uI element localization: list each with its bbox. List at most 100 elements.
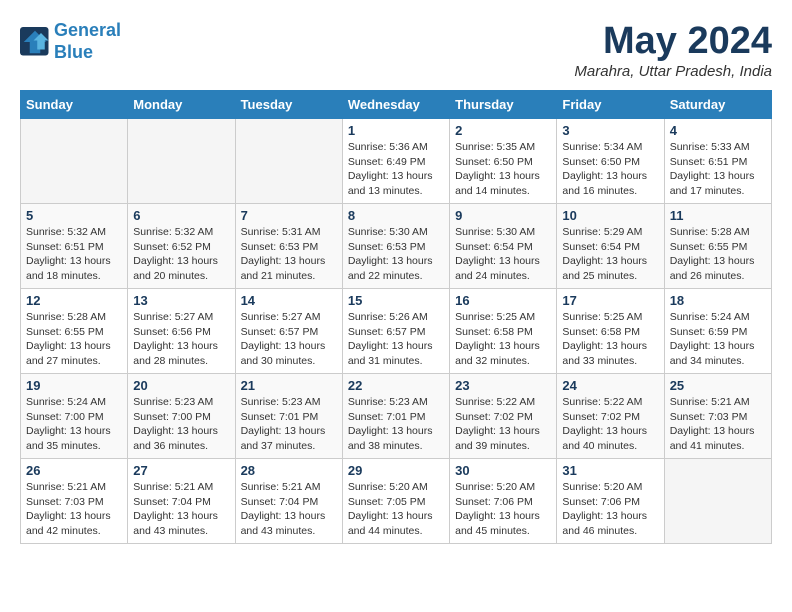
day-number: 19 xyxy=(26,378,122,393)
day-info: Sunrise: 5:22 AM Sunset: 7:02 PM Dayligh… xyxy=(455,395,551,454)
calendar-cell: 25 Sunrise: 5:21 AM Sunset: 7:03 PM Dayli… xyxy=(664,374,771,459)
location: Marahra, Uttar Pradesh, India xyxy=(574,63,772,80)
calendar-cell: 12 Sunrise: 5:28 AM Sunset: 6:55 PM Dayli… xyxy=(21,289,128,374)
month-title: May 2024 xyxy=(574,20,772,63)
calendar-cell: 19 Sunrise: 5:24 AM Sunset: 7:00 PM Dayli… xyxy=(21,374,128,459)
day-number: 12 xyxy=(26,293,122,308)
day-number: 10 xyxy=(562,208,658,223)
day-info: Sunrise: 5:30 AM Sunset: 6:54 PM Dayligh… xyxy=(455,225,551,284)
calendar-cell xyxy=(21,119,128,204)
day-number: 24 xyxy=(562,378,658,393)
calendar-cell: 28 Sunrise: 5:21 AM Sunset: 7:04 PM Dayli… xyxy=(235,459,342,544)
day-number: 4 xyxy=(670,123,766,138)
calendar-cell: 13 Sunrise: 5:27 AM Sunset: 6:56 PM Dayli… xyxy=(128,289,235,374)
day-info: Sunrise: 5:23 AM Sunset: 7:00 PM Dayligh… xyxy=(133,395,229,454)
calendar-cell: 23 Sunrise: 5:22 AM Sunset: 7:02 PM Dayli… xyxy=(450,374,557,459)
day-number: 28 xyxy=(241,463,337,478)
logo-icon xyxy=(20,27,50,57)
day-number: 14 xyxy=(241,293,337,308)
calendar-cell: 3 Sunrise: 5:34 AM Sunset: 6:50 PM Daylig… xyxy=(557,119,664,204)
calendar-cell: 9Sunrise: 5:30 AM Sunset: 6:54 PM Daylig… xyxy=(450,204,557,289)
calendar-weekday-header: Tuesday xyxy=(235,91,342,119)
calendar-cell: 22 Sunrise: 5:23 AM Sunset: 7:01 PM Dayli… xyxy=(342,374,449,459)
day-info: Sunrise: 5:32 AM Sunset: 6:51 PM Dayligh… xyxy=(26,225,122,284)
calendar-weekday-header: Wednesday xyxy=(342,91,449,119)
calendar-cell: 17 Sunrise: 5:25 AM Sunset: 6:58 PM Dayli… xyxy=(557,289,664,374)
calendar-cell xyxy=(128,119,235,204)
calendar-header-row: SundayMondayTuesdayWednesdayThursdayFrid… xyxy=(21,91,772,119)
day-info: Sunrise: 5:35 AM Sunset: 6:50 PM Dayligh… xyxy=(455,140,551,199)
day-number: 23 xyxy=(455,378,551,393)
calendar-weekday-header: Friday xyxy=(557,91,664,119)
day-info: Sunrise: 5:20 AM Sunset: 7:06 PM Dayligh… xyxy=(455,480,551,539)
day-info: Sunrise: 5:26 AM Sunset: 6:57 PM Dayligh… xyxy=(348,310,444,369)
calendar-cell: 21Sunrise: 5:23 AM Sunset: 7:01 PM Dayli… xyxy=(235,374,342,459)
day-info: Sunrise: 5:24 AM Sunset: 6:59 PM Dayligh… xyxy=(670,310,766,369)
title-block: May 2024 Marahra, Uttar Pradesh, India xyxy=(574,20,772,80)
calendar-cell: 6Sunrise: 5:32 AM Sunset: 6:52 PM Daylig… xyxy=(128,204,235,289)
calendar-table: SundayMondayTuesdayWednesdayThursdayFrid… xyxy=(20,90,772,544)
logo-text: General Blue xyxy=(54,20,121,63)
calendar-weekday-header: Monday xyxy=(128,91,235,119)
logo: General Blue xyxy=(20,20,121,63)
day-number: 20 xyxy=(133,378,229,393)
calendar-weekday-header: Saturday xyxy=(664,91,771,119)
page-header: General Blue May 2024 Marahra, Uttar Pra… xyxy=(20,20,772,80)
day-info: Sunrise: 5:21 AM Sunset: 7:04 PM Dayligh… xyxy=(133,480,229,539)
calendar-cell: 2Sunrise: 5:35 AM Sunset: 6:50 PM Daylig… xyxy=(450,119,557,204)
day-info: Sunrise: 5:31 AM Sunset: 6:53 PM Dayligh… xyxy=(241,225,337,284)
day-info: Sunrise: 5:28 AM Sunset: 6:55 PM Dayligh… xyxy=(26,310,122,369)
calendar-cell: 16 Sunrise: 5:25 AM Sunset: 6:58 PM Dayli… xyxy=(450,289,557,374)
day-info: Sunrise: 5:29 AM Sunset: 6:54 PM Dayligh… xyxy=(562,225,658,284)
day-number: 11 xyxy=(670,208,766,223)
day-number: 8 xyxy=(348,208,444,223)
day-info: Sunrise: 5:22 AM Sunset: 7:02 PM Dayligh… xyxy=(562,395,658,454)
calendar-cell: 29Sunrise: 5:20 AM Sunset: 7:05 PM Dayli… xyxy=(342,459,449,544)
day-info: Sunrise: 5:36 AM Sunset: 6:49 PM Dayligh… xyxy=(348,140,444,199)
calendar-body: 1 Sunrise: 5:36 AM Sunset: 6:49 PM Daylig… xyxy=(21,119,772,544)
calendar-week-row: 12 Sunrise: 5:28 AM Sunset: 6:55 PM Dayli… xyxy=(21,289,772,374)
calendar-cell: 5Sunrise: 5:32 AM Sunset: 6:51 PM Daylig… xyxy=(21,204,128,289)
day-number: 16 xyxy=(455,293,551,308)
day-info: Sunrise: 5:32 AM Sunset: 6:52 PM Dayligh… xyxy=(133,225,229,284)
day-info: Sunrise: 5:20 AM Sunset: 7:06 PM Dayligh… xyxy=(562,480,658,539)
day-number: 3 xyxy=(562,123,658,138)
day-info: Sunrise: 5:23 AM Sunset: 7:01 PM Dayligh… xyxy=(241,395,337,454)
day-info: Sunrise: 5:34 AM Sunset: 6:50 PM Dayligh… xyxy=(562,140,658,199)
calendar-week-row: 1 Sunrise: 5:36 AM Sunset: 6:49 PM Daylig… xyxy=(21,119,772,204)
day-info: Sunrise: 5:21 AM Sunset: 7:04 PM Dayligh… xyxy=(241,480,337,539)
day-number: 13 xyxy=(133,293,229,308)
day-info: Sunrise: 5:33 AM Sunset: 6:51 PM Dayligh… xyxy=(670,140,766,199)
day-number: 25 xyxy=(670,378,766,393)
day-info: Sunrise: 5:27 AM Sunset: 6:56 PM Dayligh… xyxy=(133,310,229,369)
calendar-cell: 11 Sunrise: 5:28 AM Sunset: 6:55 PM Dayli… xyxy=(664,204,771,289)
day-info: Sunrise: 5:21 AM Sunset: 7:03 PM Dayligh… xyxy=(670,395,766,454)
day-number: 1 xyxy=(348,123,444,138)
calendar-cell: 27Sunrise: 5:21 AM Sunset: 7:04 PM Dayli… xyxy=(128,459,235,544)
day-info: Sunrise: 5:27 AM Sunset: 6:57 PM Dayligh… xyxy=(241,310,337,369)
calendar-cell: 20 Sunrise: 5:23 AM Sunset: 7:00 PM Dayli… xyxy=(128,374,235,459)
day-info: Sunrise: 5:23 AM Sunset: 7:01 PM Dayligh… xyxy=(348,395,444,454)
calendar-cell: 1 Sunrise: 5:36 AM Sunset: 6:49 PM Daylig… xyxy=(342,119,449,204)
calendar-cell: 4 Sunrise: 5:33 AM Sunset: 6:51 PM Daylig… xyxy=(664,119,771,204)
day-number: 18 xyxy=(670,293,766,308)
day-number: 15 xyxy=(348,293,444,308)
day-info: Sunrise: 5:24 AM Sunset: 7:00 PM Dayligh… xyxy=(26,395,122,454)
day-number: 29 xyxy=(348,463,444,478)
day-number: 17 xyxy=(562,293,658,308)
day-number: 22 xyxy=(348,378,444,393)
calendar-weekday-header: Thursday xyxy=(450,91,557,119)
day-number: 30 xyxy=(455,463,551,478)
day-info: Sunrise: 5:21 AM Sunset: 7:03 PM Dayligh… xyxy=(26,480,122,539)
calendar-cell xyxy=(235,119,342,204)
calendar-cell: 31 Sunrise: 5:20 AM Sunset: 7:06 PM Dayli… xyxy=(557,459,664,544)
day-number: 26 xyxy=(26,463,122,478)
calendar-week-row: 19 Sunrise: 5:24 AM Sunset: 7:00 PM Dayli… xyxy=(21,374,772,459)
calendar-weekday-header: Sunday xyxy=(21,91,128,119)
day-info: Sunrise: 5:25 AM Sunset: 6:58 PM Dayligh… xyxy=(455,310,551,369)
day-info: Sunrise: 5:28 AM Sunset: 6:55 PM Dayligh… xyxy=(670,225,766,284)
day-info: Sunrise: 5:25 AM Sunset: 6:58 PM Dayligh… xyxy=(562,310,658,369)
calendar-cell xyxy=(664,459,771,544)
day-number: 31 xyxy=(562,463,658,478)
calendar-cell: 26 Sunrise: 5:21 AM Sunset: 7:03 PM Dayli… xyxy=(21,459,128,544)
